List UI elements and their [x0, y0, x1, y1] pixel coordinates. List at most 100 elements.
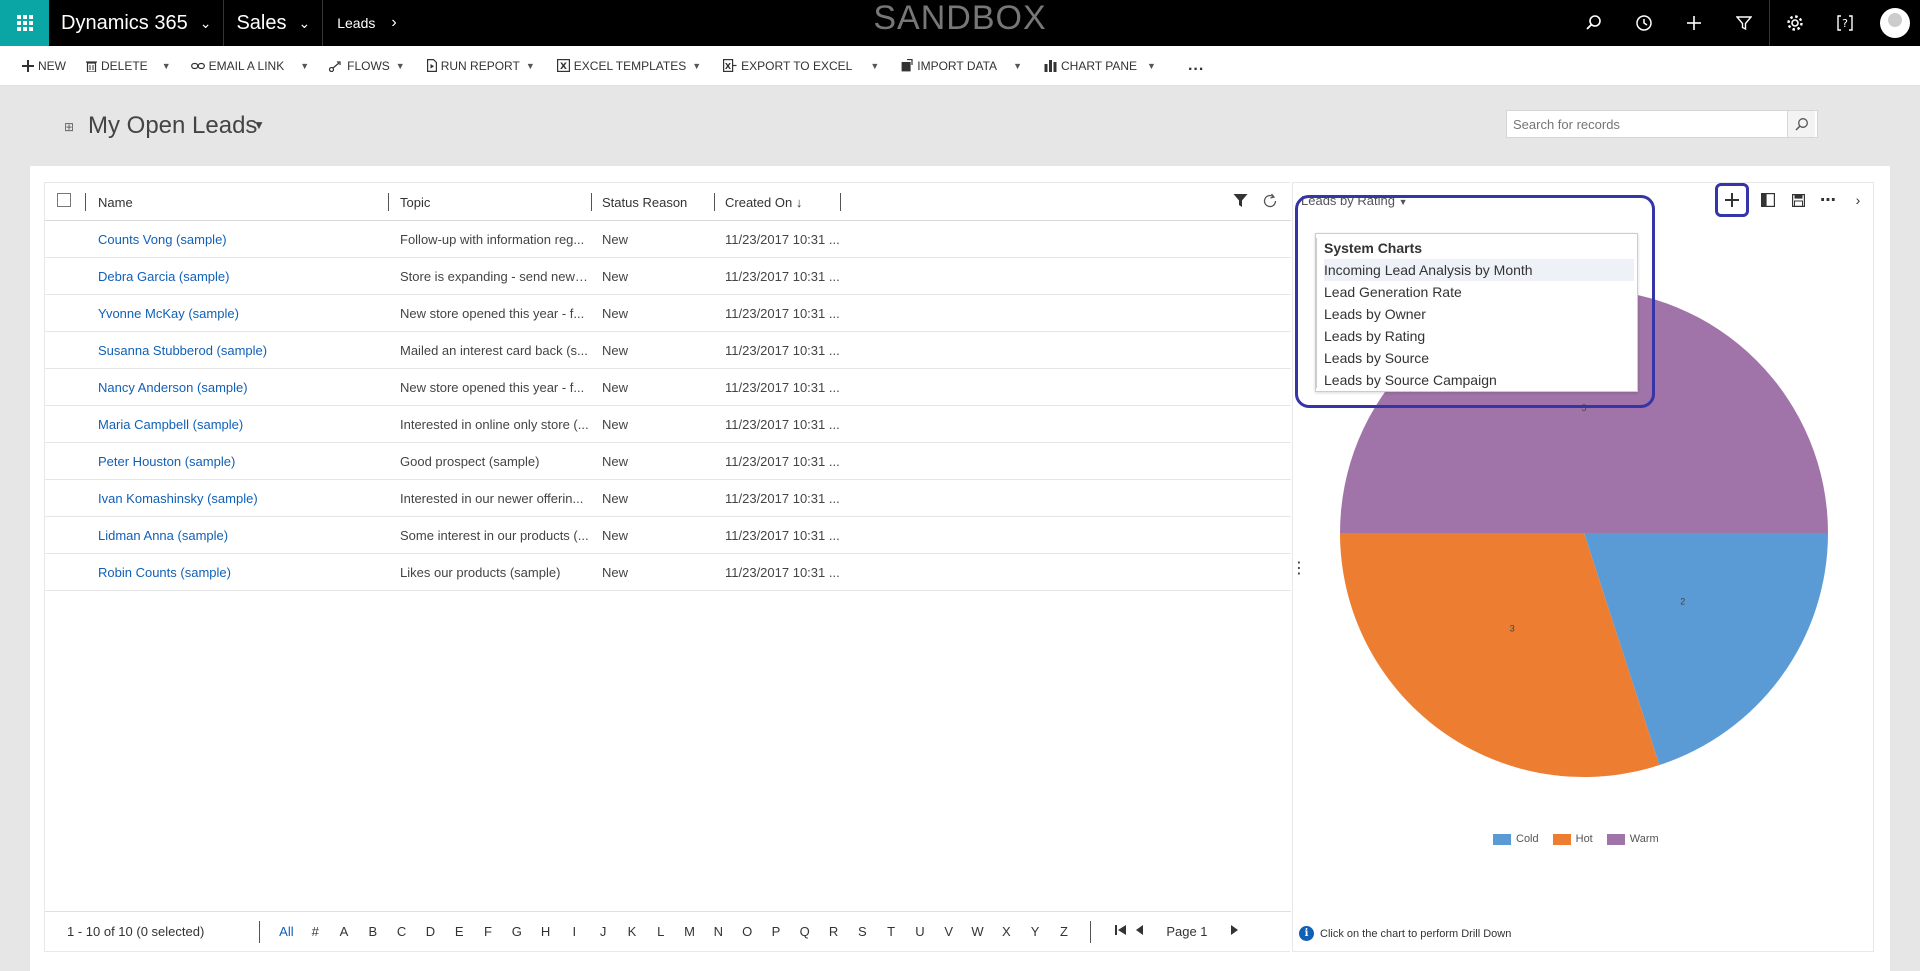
alpha-filter-v[interactable]: V — [934, 924, 963, 939]
lead-name-link[interactable]: Yvonne McKay (sample) — [98, 306, 239, 321]
chevron-down-icon[interactable]: ▼ — [1013, 61, 1022, 71]
legend-item-hot[interactable]: Hot — [1552, 833, 1593, 845]
alpha-filter-e[interactable]: E — [445, 924, 474, 939]
dropdown-item-leads-by-source[interactable]: Leads by Source — [1324, 347, 1634, 369]
alpha-filter-z[interactable]: Z — [1050, 924, 1079, 939]
column-header-name[interactable]: Name — [98, 183, 133, 221]
chart-layout-icon[interactable] — [1753, 183, 1783, 217]
select-all-checkbox[interactable] — [57, 193, 71, 207]
delete-button[interactable]: DELETE ▼ — [80, 46, 177, 86]
save-icon[interactable] — [1783, 183, 1813, 217]
alpha-filter-k[interactable]: K — [618, 924, 647, 939]
alpha-filter-w[interactable]: W — [963, 924, 992, 939]
new-icon[interactable] — [1669, 0, 1719, 46]
chart-pane-button[interactable]: CHART PANE ▼ — [1038, 46, 1162, 86]
alpha-filter-s[interactable]: S — [848, 924, 877, 939]
app-launcher-button[interactable] — [0, 0, 49, 46]
legend-item-warm[interactable]: Warm — [1606, 833, 1659, 845]
column-header-status[interactable]: Status Reason — [602, 183, 687, 221]
chevron-down-icon[interactable]: ▼ — [300, 61, 309, 71]
more-options-icon[interactable]: ⋯ — [1813, 183, 1843, 217]
next-page-icon[interactable] — [1230, 924, 1239, 939]
recent-icon[interactable] — [1619, 0, 1669, 46]
alpha-filter-g[interactable]: G — [502, 924, 531, 939]
table-row[interactable]: Nancy Anderson (sample) New store opened… — [45, 369, 1291, 406]
chevron-down-icon[interactable]: ▼ — [162, 61, 171, 71]
alpha-filter-i[interactable]: I — [560, 924, 589, 939]
table-row[interactable]: Ivan Komashinsky (sample) Interested in … — [45, 480, 1291, 517]
alpha-filter-p[interactable]: P — [762, 924, 791, 939]
alpha-filter-y[interactable]: Y — [1021, 924, 1050, 939]
table-row[interactable]: Debra Garcia (sample) Store is expanding… — [45, 258, 1291, 295]
table-row[interactable]: Peter Houston (sample) Good prospect (sa… — [45, 443, 1291, 480]
collapse-pane-icon[interactable]: › — [1843, 183, 1873, 217]
alpha-filter-l[interactable]: L — [646, 924, 675, 939]
new-chart-button[interactable] — [1715, 183, 1749, 217]
new-button[interactable]: NEW — [16, 46, 72, 86]
entity-breadcrumb[interactable]: Leads › — [323, 0, 410, 46]
excel-templates-button[interactable]: X EXCEL TEMPLATES ▼ — [551, 46, 707, 86]
dropdown-item-leads-by-owner[interactable]: Leads by Owner — [1324, 303, 1634, 325]
lead-name-link[interactable]: Counts Vong (sample) — [98, 232, 227, 247]
lead-name-link[interactable]: Debra Garcia (sample) — [98, 269, 230, 284]
flows-button[interactable]: FLOWS ▼ — [323, 46, 411, 86]
import-data-button[interactable]: IMPORT DATA ▼ — [895, 46, 1028, 86]
filter-icon[interactable] — [1233, 193, 1248, 212]
dropdown-item-incoming-lead-analysis[interactable]: Incoming Lead Analysis by Month — [1324, 259, 1634, 281]
app-switcher[interactable]: Dynamics 365 ⌄ — [49, 0, 225, 46]
alpha-filter-hash[interactable]: # — [301, 924, 330, 939]
alpha-filter-t[interactable]: T — [877, 924, 906, 939]
run-report-button[interactable]: RUN REPORT ▼ — [421, 46, 541, 86]
search-input[interactable] — [1507, 111, 1787, 137]
alpha-filter-u[interactable]: U — [906, 924, 935, 939]
alpha-filter-c[interactable]: C — [387, 924, 416, 939]
alpha-filter-b[interactable]: B — [358, 924, 387, 939]
lead-name-link[interactable]: Lidman Anna (sample) — [98, 528, 228, 543]
table-row[interactable]: Counts Vong (sample) Follow-up with info… — [45, 221, 1291, 258]
lead-name-link[interactable]: Susanna Stubberod (sample) — [98, 343, 267, 358]
search-button[interactable] — [1787, 111, 1815, 137]
alpha-filter-d[interactable]: D — [416, 924, 445, 939]
search-icon[interactable] — [1569, 0, 1619, 46]
lead-name-link[interactable]: Nancy Anderson (sample) — [98, 380, 248, 395]
filter-icon[interactable] — [1719, 0, 1769, 46]
lead-name-link[interactable]: Peter Houston (sample) — [98, 454, 235, 469]
chevron-down-icon[interactable]: ▼ — [253, 118, 265, 132]
alpha-filter-q[interactable]: Q — [790, 924, 819, 939]
alpha-filter-o[interactable]: O — [733, 924, 762, 939]
table-row[interactable]: Lidman Anna (sample) Some interest in ou… — [45, 517, 1291, 554]
alpha-filter-x[interactable]: X — [992, 924, 1021, 939]
alpha-filter-h[interactable]: H — [531, 924, 560, 939]
legend-item-cold[interactable]: Cold — [1493, 833, 1539, 845]
column-header-created[interactable]: Created On ↓ — [725, 183, 802, 221]
dropdown-item-leads-by-rating[interactable]: Leads by Rating — [1324, 325, 1634, 347]
previous-page-icon[interactable] — [1135, 924, 1144, 939]
lead-name-link[interactable]: Ivan Komashinsky (sample) — [98, 491, 258, 506]
alpha-filter-j[interactable]: J — [589, 924, 618, 939]
lead-name-link[interactable]: Maria Campbell (sample) — [98, 417, 243, 432]
help-icon[interactable]: ? — [1820, 0, 1870, 46]
alpha-filter-n[interactable]: N — [704, 924, 733, 939]
dropdown-item-leads-by-source-campaign[interactable]: Leads by Source Campaign — [1324, 369, 1634, 391]
user-avatar[interactable] — [1880, 8, 1910, 38]
alpha-filter-m[interactable]: M — [675, 924, 704, 939]
dropdown-item-lead-generation-rate[interactable]: Lead Generation Rate — [1324, 281, 1634, 303]
chevron-down-icon[interactable]: ▼ — [870, 61, 879, 71]
pin-icon[interactable]: ⊞ — [64, 120, 74, 134]
refresh-icon[interactable] — [1262, 193, 1278, 212]
alpha-filter-r[interactable]: R — [819, 924, 848, 939]
table-row[interactable]: Robin Counts (sample) Likes our products… — [45, 554, 1291, 591]
column-header-topic[interactable]: Topic — [400, 183, 430, 221]
alpha-filter-a[interactable]: A — [330, 924, 359, 939]
export-excel-button[interactable]: X EXPORT TO EXCEL ▼ — [717, 46, 885, 86]
table-row[interactable]: Susanna Stubberod (sample) Mailed an int… — [45, 332, 1291, 369]
lead-name-link[interactable]: Robin Counts (sample) — [98, 565, 231, 580]
view-title[interactable]: My Open Leads — [88, 112, 257, 140]
area-switcher[interactable]: Sales ⌄ — [224, 0, 324, 46]
table-row[interactable]: Maria Campbell (sample) Interested in on… — [45, 406, 1291, 443]
email-link-button[interactable]: EMAIL A LINK ▼ — [185, 46, 316, 86]
first-page-icon[interactable] — [1115, 924, 1127, 939]
alpha-filter-all[interactable]: All — [272, 924, 301, 939]
settings-icon[interactable] — [1770, 0, 1820, 46]
alpha-filter-f[interactable]: F — [474, 924, 503, 939]
